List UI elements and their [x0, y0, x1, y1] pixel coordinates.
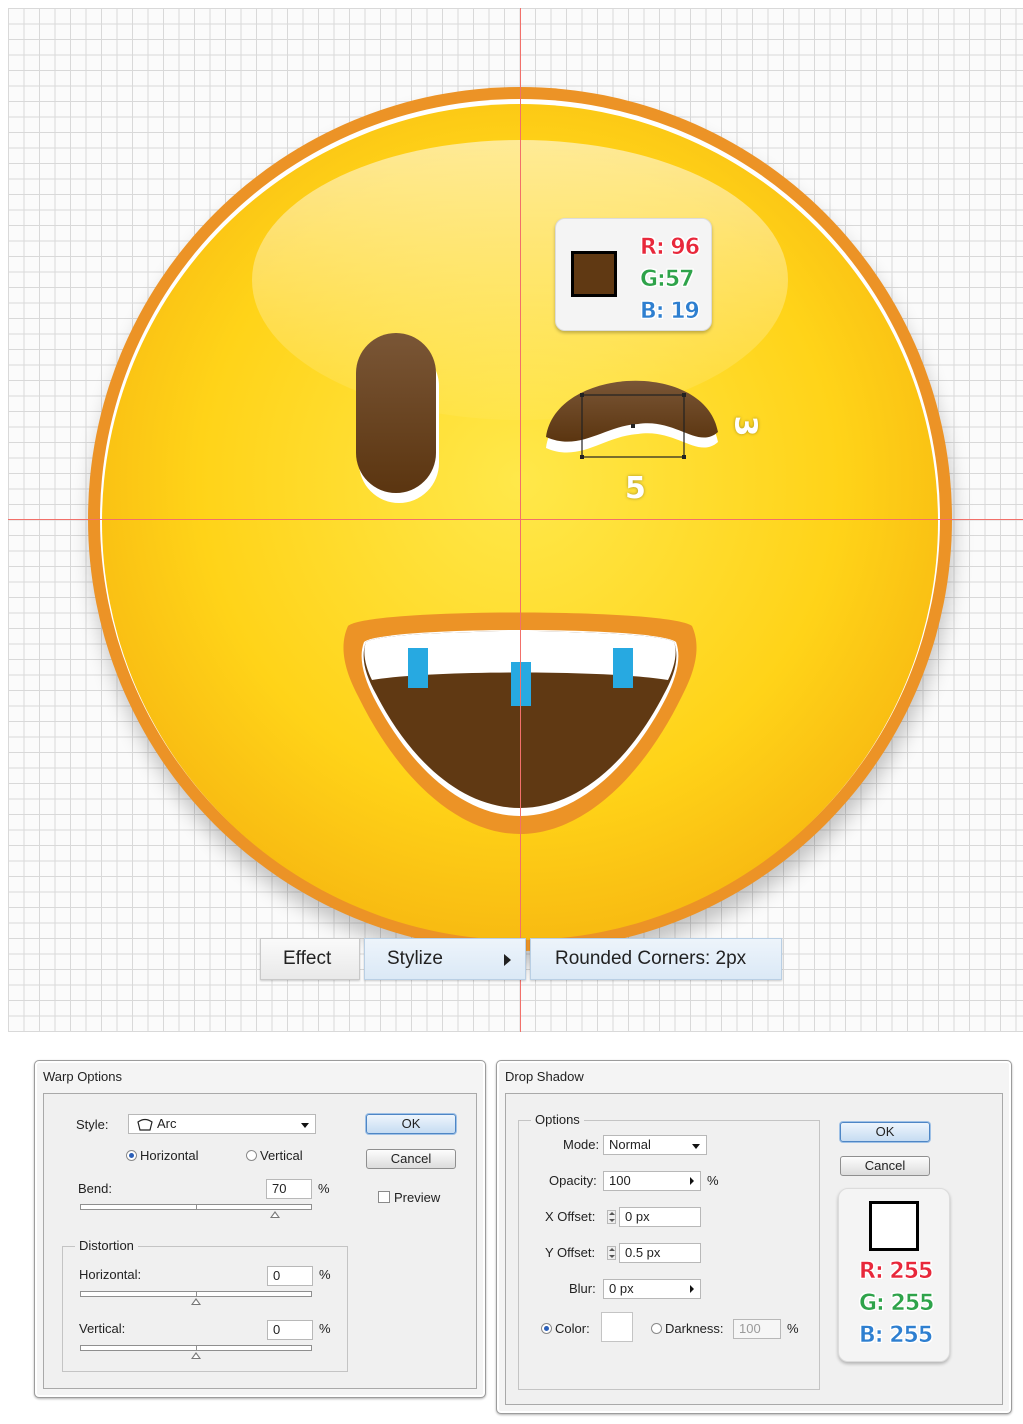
distortion-horizontal-thumb[interactable]: [191, 1298, 201, 1305]
menu-stylize[interactable]: Stylize: [364, 938, 526, 980]
arc-warp-icon: [137, 1117, 153, 1135]
dropdown-arrow-icon: [301, 1123, 309, 1128]
warp-cancel-button[interactable]: Cancel: [366, 1149, 456, 1169]
blur-arrow-icon[interactable]: [690, 1285, 694, 1293]
options-label: Options: [531, 1112, 584, 1127]
effect-menu-path: Effect Stylize Rounded Corners: 2px: [258, 938, 784, 984]
eye-color-swatch: [571, 251, 617, 297]
bend-slider-center-tick: [196, 1205, 197, 1210]
shadow-color-g: G: 255: [859, 1291, 935, 1316]
bend-unit: %: [318, 1181, 330, 1196]
blur-label: Blur:: [569, 1281, 596, 1296]
dropdown-arrow-icon: [692, 1144, 700, 1149]
distortion-vertical-label: Vertical:: [79, 1321, 126, 1336]
drop-shadow-cancel-button[interactable]: Cancel: [840, 1156, 930, 1176]
warp-ok-button[interactable]: OK: [366, 1114, 456, 1134]
shadow-color-swatch[interactable]: [601, 1312, 633, 1342]
smiley-illustration: [88, 87, 954, 965]
opacity-input[interactable]: 100: [603, 1171, 701, 1191]
darkness-label: Darkness:: [665, 1321, 724, 1336]
x-offset-input[interactable]: 0 px: [619, 1207, 701, 1227]
artboard-canvas: R: 96 G:57 B: 19 3 5: [8, 8, 1023, 1032]
distortion-label: Distortion: [75, 1238, 138, 1253]
preview-label: Preview: [394, 1190, 441, 1205]
left-eye: [356, 333, 436, 493]
eye-color-b: B: 19: [640, 299, 700, 324]
horizontal-radio-label: Horizontal: [140, 1148, 199, 1163]
distortion-group: Distortion Horizontal: 0 % Vertical: 0 %: [62, 1238, 348, 1372]
distortion-horizontal-label: Horizontal:: [79, 1267, 142, 1282]
shadow-color-card: R: 255 G: 255 B: 255: [838, 1188, 950, 1362]
opacity-label: Opacity:: [549, 1173, 597, 1188]
submenu-arrow-icon: [504, 954, 511, 966]
darkness-radio[interactable]: [651, 1323, 662, 1334]
bend-input[interactable]: 70: [266, 1179, 312, 1199]
distortion-vertical-input[interactable]: 0: [267, 1320, 313, 1340]
shadow-color-card-swatch: [869, 1201, 919, 1251]
tooth-gap-right: [613, 648, 633, 688]
mode-value: Normal: [609, 1137, 651, 1152]
guide-horizontal: [8, 519, 1023, 520]
preview-checkbox[interactable]: [378, 1191, 390, 1203]
horizontal-radio[interactable]: [126, 1150, 137, 1161]
warp-options-dialog: Warp Options Style: Arc Horizontal Verti…: [34, 1060, 486, 1398]
mode-dropdown[interactable]: Normal: [603, 1135, 707, 1155]
eye-color-g: G:57: [640, 267, 695, 292]
menu-effect-label: Effect: [283, 948, 332, 969]
tooth-gap-left: [408, 648, 428, 688]
opacity-unit: %: [707, 1173, 719, 1188]
eye-color-swatch-card: R: 96 G:57 B: 19: [555, 218, 712, 331]
x-offset-label: X Offset:: [545, 1209, 596, 1224]
x-offset-stepper[interactable]: [607, 1210, 616, 1224]
drop-shadow-ok-button[interactable]: OK: [840, 1122, 930, 1142]
distortion-horizontal-input[interactable]: 0: [267, 1266, 313, 1286]
tooth-gap-center: [511, 662, 531, 706]
guide-vertical: [520, 8, 521, 1032]
warp-options-panel: Style: Arc Horizontal Vertical Bend: 70 …: [43, 1093, 477, 1389]
drop-shadow-dialog: Drop Shadow Options Mode: Normal Opacity…: [496, 1060, 1012, 1414]
opacity-value: 100: [609, 1173, 631, 1188]
y-offset-label: Y Offset:: [545, 1245, 596, 1260]
distortion-horizontal-unit: %: [319, 1267, 331, 1282]
darkness-input[interactable]: 100: [733, 1319, 781, 1339]
distortion-vertical-center-tick: [196, 1346, 197, 1351]
blur-value: 0 px: [609, 1281, 634, 1296]
eye-color-r: R: 96: [640, 235, 701, 260]
distortion-vertical-unit: %: [319, 1321, 331, 1336]
menu-rounded-corners-label: Rounded Corners: 2px: [555, 948, 747, 969]
mode-label: Mode:: [563, 1137, 600, 1152]
blur-input[interactable]: 0 px: [603, 1279, 701, 1299]
distortion-vertical-thumb[interactable]: [191, 1352, 201, 1359]
shadow-color-b: B: 255: [859, 1323, 934, 1348]
color-radio[interactable]: [541, 1323, 552, 1334]
style-dropdown[interactable]: Arc: [128, 1114, 316, 1134]
bend-label: Bend:: [78, 1181, 112, 1196]
options-group: Options Mode: Normal Opacity: 100 % X Of…: [518, 1112, 820, 1390]
y-offset-stepper[interactable]: [607, 1246, 616, 1260]
style-value: Arc: [157, 1116, 177, 1131]
y-offset-input[interactable]: 0.5 px: [619, 1243, 701, 1263]
drop-shadow-title: Drop Shadow: [505, 1069, 584, 1084]
vertical-radio[interactable]: [246, 1150, 257, 1161]
menu-effect[interactable]: Effect: [260, 938, 360, 980]
darkness-unit: %: [787, 1321, 799, 1336]
dimension-height-label: 3: [727, 415, 763, 437]
drop-shadow-panel: Options Mode: Normal Opacity: 100 % X Of…: [505, 1093, 1003, 1405]
shadow-color-r: R: 255: [859, 1259, 934, 1284]
bend-slider-thumb[interactable]: [270, 1211, 280, 1218]
style-label: Style:: [76, 1117, 109, 1132]
menu-stylize-label: Stylize: [387, 948, 443, 969]
opacity-arrow-icon[interactable]: [690, 1177, 694, 1185]
menu-rounded-corners[interactable]: Rounded Corners: 2px: [530, 938, 782, 980]
vertical-radio-label: Vertical: [260, 1148, 303, 1163]
distortion-horizontal-center-tick: [196, 1292, 197, 1297]
dimension-width-label: 5: [625, 471, 646, 506]
color-radio-label: Color:: [555, 1321, 590, 1336]
warp-options-title: Warp Options: [43, 1069, 122, 1084]
